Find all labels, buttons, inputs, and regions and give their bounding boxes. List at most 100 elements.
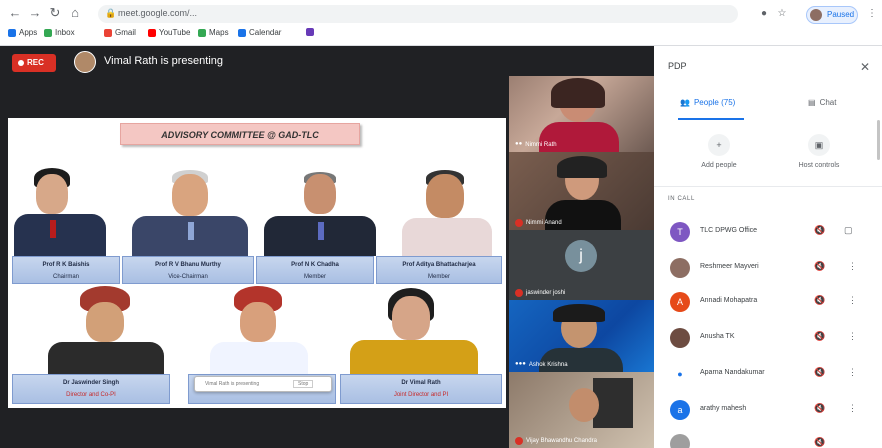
menu-dots-icon[interactable]: ⋮ xyxy=(866,8,878,20)
member-photo-7 xyxy=(338,286,488,376)
member-photo-3 xyxy=(260,170,380,256)
people-panel: PDP ✕ 👥 People (75) ▤ Chat + Add people … xyxy=(654,46,882,448)
recording-badge: REC xyxy=(12,54,56,72)
profile-button[interactable]: Paused xyxy=(806,6,858,24)
record-dot-icon xyxy=(18,60,24,66)
add-people-button[interactable]: + Add people xyxy=(684,134,754,169)
member-photo-2 xyxy=(126,168,252,256)
paused-label: Paused xyxy=(827,10,855,19)
mic-off-icon[interactable]: 🔇 xyxy=(814,295,825,306)
meeting-stage: REC Vimal Rath is presenting ADVISORY CO… xyxy=(0,46,654,448)
bookmark-2[interactable]: Gmail xyxy=(104,28,136,37)
url-text: meet.google.com/... xyxy=(118,8,198,18)
participant-tile-2[interactable]: Nimmi Anand xyxy=(509,152,654,230)
people-icon: 👥 xyxy=(680,98,690,107)
more-icon[interactable]: ⋮ xyxy=(848,403,857,414)
mic-off-icon[interactable]: 🔇 xyxy=(814,367,825,378)
participant-row[interactable]: 🔇 xyxy=(654,430,882,448)
host-controls-icon: ▣ xyxy=(808,134,830,156)
tile-name: Vijay Bhawandhu Chandra xyxy=(515,437,597,445)
address-bar[interactable]: 🔒 meet.google.com/... xyxy=(98,5,738,23)
close-icon[interactable]: ✕ xyxy=(860,60,870,74)
bookmark-apps[interactable]: Apps xyxy=(8,28,37,37)
lock-icon: 🔒 xyxy=(105,8,117,18)
participant-row[interactable]: a arathy mahesh 🔇 ⋮ xyxy=(654,396,882,426)
popup-text: Vimal Rath is presenting xyxy=(205,381,260,387)
more-icon[interactable]: ⋮ xyxy=(848,367,857,378)
bookmark-5[interactable]: Calendar xyxy=(238,28,281,37)
add-person-icon: + xyxy=(708,134,730,156)
mic-off-icon[interactable]: 🔇 xyxy=(814,437,825,448)
avatar xyxy=(810,9,822,21)
panel-title: PDP xyxy=(668,61,687,71)
tile-initial-avatar: j xyxy=(565,240,597,272)
avatar xyxy=(670,434,690,448)
avatar xyxy=(670,328,690,348)
member-card-1: Prof R K Baishis Chairman xyxy=(12,256,120,284)
avatar: A xyxy=(670,292,690,312)
slide-title: ADVISORY COMMITTEE @ GAD-TLC xyxy=(120,123,360,145)
reload-icon[interactable]: ↻ xyxy=(46,4,64,22)
home-icon[interactable]: ⌂ xyxy=(66,4,84,22)
divider xyxy=(654,186,882,187)
avatar xyxy=(670,258,690,278)
gmail-icon xyxy=(104,28,112,37)
mic-off-icon xyxy=(515,437,523,445)
participant-tiles: ●● Nimmi Rath Nimmi Anand j jaswinder jos… xyxy=(509,76,654,448)
avatar: ● xyxy=(670,364,690,384)
participant-name: arathy mahesh xyxy=(700,405,747,412)
youtube-icon xyxy=(148,28,156,37)
bookmark-youtube[interactable]: YouTube xyxy=(148,28,190,37)
apps-icon xyxy=(8,28,16,37)
shared-slide: ADVISORY COMMITTEE @ GAD-TLC Prof R K Ba… xyxy=(8,118,506,408)
participant-row[interactable]: T TLC DPWG Office 🔇 ▢ xyxy=(654,218,882,248)
tab-people[interactable]: 👥 People (75) xyxy=(680,98,735,107)
member-photo-5 xyxy=(38,286,168,376)
participant-row[interactable]: Reshmeer Mayveri 🔇 ⋮ xyxy=(654,254,882,284)
participant-tile-3[interactable]: j jaswinder joshi xyxy=(509,230,654,300)
more-icon[interactable]: ⋮ xyxy=(848,261,857,272)
participant-row[interactable]: Anusha TK 🔇 ⋮ xyxy=(654,324,882,354)
participant-tile-4[interactable]: ●●● Ashok Krishna xyxy=(509,300,654,372)
mic-off-icon[interactable]: 🔇 xyxy=(814,225,825,236)
participant-tile-1[interactable]: ●● Nimmi Rath xyxy=(509,76,654,152)
participant-row[interactable]: ● Aparna Nandakumar 🔇 ⋮ xyxy=(654,360,882,390)
member-card-2: Prof R V Bhanu Murthy Vice-Chairman xyxy=(122,256,254,284)
chat-icon: ▤ xyxy=(808,98,816,107)
more-icon[interactable]: ⋮ xyxy=(848,295,857,306)
panel-scrollbar[interactable] xyxy=(877,120,880,160)
bookmark-icon xyxy=(306,28,314,36)
mic-off-icon[interactable]: 🔇 xyxy=(814,403,825,414)
nav-row: ← → ↻ ⌂ 🔒 meet.google.com/... ● ☆ Paused… xyxy=(0,2,882,26)
member-photo-6 xyxy=(204,286,314,376)
mic-icon: ●●● xyxy=(515,361,526,367)
bookmark-1[interactable]: Inbox xyxy=(44,28,75,37)
in-call-heading: IN CALL xyxy=(668,196,695,202)
participant-name: TLC DPWG Office xyxy=(700,227,758,234)
bookmark-maps[interactable]: Maps xyxy=(198,28,229,37)
stop-presenting-button[interactable]: Stop xyxy=(293,380,314,388)
presenting-text: Vimal Rath is presenting xyxy=(104,55,224,67)
tab-chat[interactable]: ▤ Chat xyxy=(808,98,836,107)
more-icon[interactable]: ⋮ xyxy=(848,331,857,342)
star-icon[interactable]: ☆ xyxy=(776,8,788,20)
member-card-7: Dr Vimal Rath Joint Director and PI xyxy=(340,374,502,404)
back-icon[interactable]: ← xyxy=(6,4,24,22)
maps-icon xyxy=(198,28,206,37)
member-photo-4 xyxy=(388,166,500,256)
browser-chrome: ← → ↻ ⌂ 🔒 meet.google.com/... ● ☆ Paused… xyxy=(0,0,882,46)
forward-icon[interactable]: → xyxy=(26,4,44,22)
bookmark-6[interactable] xyxy=(306,28,317,36)
participant-name: Anusha TK xyxy=(700,333,735,340)
tile-name: Nimmi Anand xyxy=(515,219,562,227)
participant-row[interactable]: A Annadi Mohapatra 🔇 ⋮ xyxy=(654,288,882,318)
camera-icon[interactable]: ● xyxy=(758,8,770,20)
mic-off-icon[interactable]: 🔇 xyxy=(814,261,825,272)
calendar-icon xyxy=(238,28,246,37)
pin-icon[interactable]: ▢ xyxy=(844,225,853,236)
participant-tile-5[interactable]: Vijay Bhawandhu Chandra xyxy=(509,372,654,448)
mic-off-icon[interactable]: 🔇 xyxy=(814,331,825,342)
presenting-popup: Vimal Rath is presenting Stop xyxy=(194,376,332,392)
host-controls-button[interactable]: ▣ Host controls xyxy=(784,134,854,169)
mic-icon: ●● xyxy=(515,141,523,147)
